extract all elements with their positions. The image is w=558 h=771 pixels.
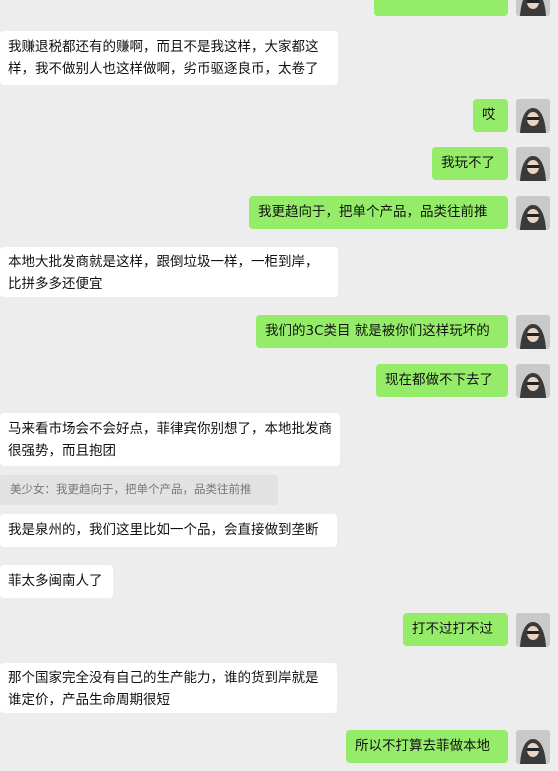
avatar[interactable] xyxy=(516,196,550,230)
message-bubble[interactable]: 我更趋向于，把单个产品，品类往前推 xyxy=(249,196,508,229)
message-bubble[interactable]: 我是泉州的，我们这里比如一个品，会直接做到垄断 xyxy=(0,514,337,547)
avatar[interactable] xyxy=(516,315,550,349)
message-bubble[interactable]: 那个国家完全没有自己的生产能力，谁的货到岸就是谁定价，产品生命周期很短 xyxy=(0,663,337,713)
message-bubble[interactable]: 我赚退税都还有的赚啊，而且不是我这样，大家都这样，我不做别人也这样做啊，劣币驱逐… xyxy=(0,31,338,85)
message-bubble[interactable] xyxy=(374,0,508,16)
avatar[interactable] xyxy=(516,364,550,398)
quoted-reply[interactable]: 美少女：我更趋向于，把单个产品，品类往前推 xyxy=(0,475,278,505)
message-bubble[interactable]: 菲太多闽南人了 xyxy=(0,565,113,598)
message-bubble[interactable]: 我玩不了 xyxy=(432,147,508,180)
avatar[interactable] xyxy=(516,147,550,181)
message-bubble[interactable]: 哎 xyxy=(473,99,508,132)
message-bubble[interactable]: 所以不打算去菲做本地 xyxy=(346,730,508,763)
avatar[interactable] xyxy=(516,613,550,647)
message-bubble[interactable]: 我们的3C类目 就是被你们这样玩坏的 xyxy=(256,315,508,348)
avatar[interactable] xyxy=(516,730,550,764)
message-bubble[interactable]: 本地大批发商就是这样，跟倒垃圾一样，一柜到岸，比拼多多还便宜 xyxy=(0,247,338,297)
message-bubble[interactable]: 打不过打不过 xyxy=(403,613,508,646)
avatar[interactable] xyxy=(516,99,550,133)
avatar[interactable] xyxy=(516,0,550,16)
message-bubble[interactable]: 马来看市场会不会好点，菲律宾你别想了，本地批发商很强势，而且抱团 xyxy=(0,413,340,466)
message-bubble[interactable]: 现在都做不下去了 xyxy=(376,364,508,397)
